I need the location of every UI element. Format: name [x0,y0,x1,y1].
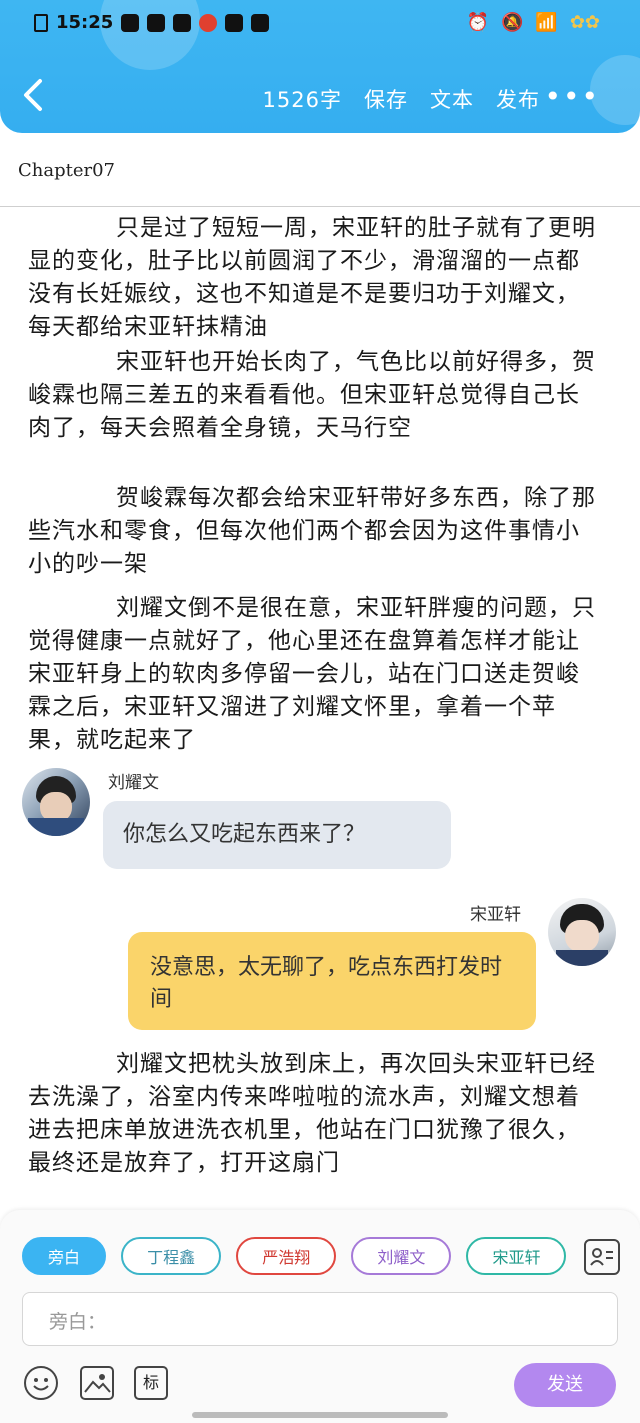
message-input[interactable]: 旁白： [22,1292,618,1346]
contacts-icon [590,1248,613,1266]
role-list-button[interactable] [584,1239,620,1275]
chapter-title[interactable]: Chapter07 [18,160,115,181]
editor-toolbar: 1526字 保存 文本 发布 ••• [0,70,640,130]
video-app-icon [225,13,244,32]
alarm-icon: ⏰ [466,12,489,33]
composer-panel: 旁白 丁程鑫 严浩翔 刘耀文 宋亚轩 张 旁白： 标 发送 [0,1210,640,1423]
narration-paragraph[interactable]: 只是过了短短一周，宋亚轩的肚子就有了更明显的变化，肚子比以前圆润了不少，滑溜溜的… [28,212,598,344]
image-icon [84,1374,111,1393]
home-indicator[interactable] [192,1412,448,1418]
send-button[interactable]: 发送 [514,1363,616,1407]
image-button[interactable] [80,1366,114,1400]
speaker-name: 宋亚轩 [470,905,521,925]
chevron-left-icon [24,79,42,111]
taobao-app-icon [173,13,192,32]
flower-icon: ✿✿ [569,12,600,33]
narration-paragraph[interactable]: 宋亚轩也开始长肉了，气色比以前好得多，贺峻霖也隔三差五的来看看他。但宋亚轩总觉得… [28,346,598,445]
role-chip[interactable]: 刘耀文 [351,1237,452,1275]
wifi-icon: 📶 [535,12,558,33]
notification-icon [34,13,48,32]
top-header: 15:25 ⏰ 🔕 📶 ✿✿ 1526字 保存 文本 发布 ••• [0,0,640,133]
title-divider [0,206,640,207]
narration-paragraph[interactable]: 刘耀文把枕头放到床上，再次回头宋亚轩已经去洗澡了，浴室内传来哗啦啦的流水声，刘耀… [28,1048,598,1180]
avatar-liuyaowen[interactable] [22,768,90,836]
mute-icon: 🔕 [500,12,524,33]
mail-app-icon [121,13,140,32]
more-button[interactable]: ••• [544,80,600,113]
status-time: 15:25 [56,12,114,33]
role-chip[interactable]: 严浩翔 [236,1237,337,1275]
role-chip[interactable]: 丁程鑫 [121,1237,222,1275]
save-button[interactable]: 保存 [364,84,408,114]
message-bubble-left[interactable]: 你怎么又吃起东西来了？ [103,801,451,869]
narration-paragraph[interactable]: 贺峻霖每次都会给宋亚轩带好多东西，除了那些汽水和零食，但每次他们两个都会因为这件… [28,482,598,581]
smile-icon [33,1378,49,1391]
message-bubble-right[interactable]: 没意思，太无聊了，吃点东西打发时间 [128,932,536,1030]
emoji-button[interactable] [24,1366,58,1400]
role-chip-narration[interactable]: 旁白 [22,1237,107,1275]
back-button[interactable] [22,78,52,118]
role-chip-list[interactable]: 旁白 丁程鑫 严浩翔 刘耀文 宋亚轩 张 [22,1237,570,1279]
role-chip[interactable]: 宋亚轩 [466,1237,567,1275]
publish-button[interactable]: 发布 [496,84,540,114]
avatar-songyaxuan[interactable] [548,898,616,966]
word-count: 1526字 [262,88,342,112]
link-app-icon [147,13,166,32]
browser-app-icon [251,13,270,32]
weibo-app-icon [199,13,218,32]
status-bar: 15:25 ⏰ 🔕 📶 ✿✿ [0,0,640,50]
narration-paragraph[interactable]: 刘耀文倒不是很在意，宋亚轩胖瘦的问题，只觉得健康一点就好了，他心里还在盘算着怎样… [28,592,598,757]
text-button[interactable]: 文本 [430,84,474,114]
speaker-name: 刘耀文 [108,773,159,793]
tag-button[interactable]: 标 [134,1366,168,1400]
